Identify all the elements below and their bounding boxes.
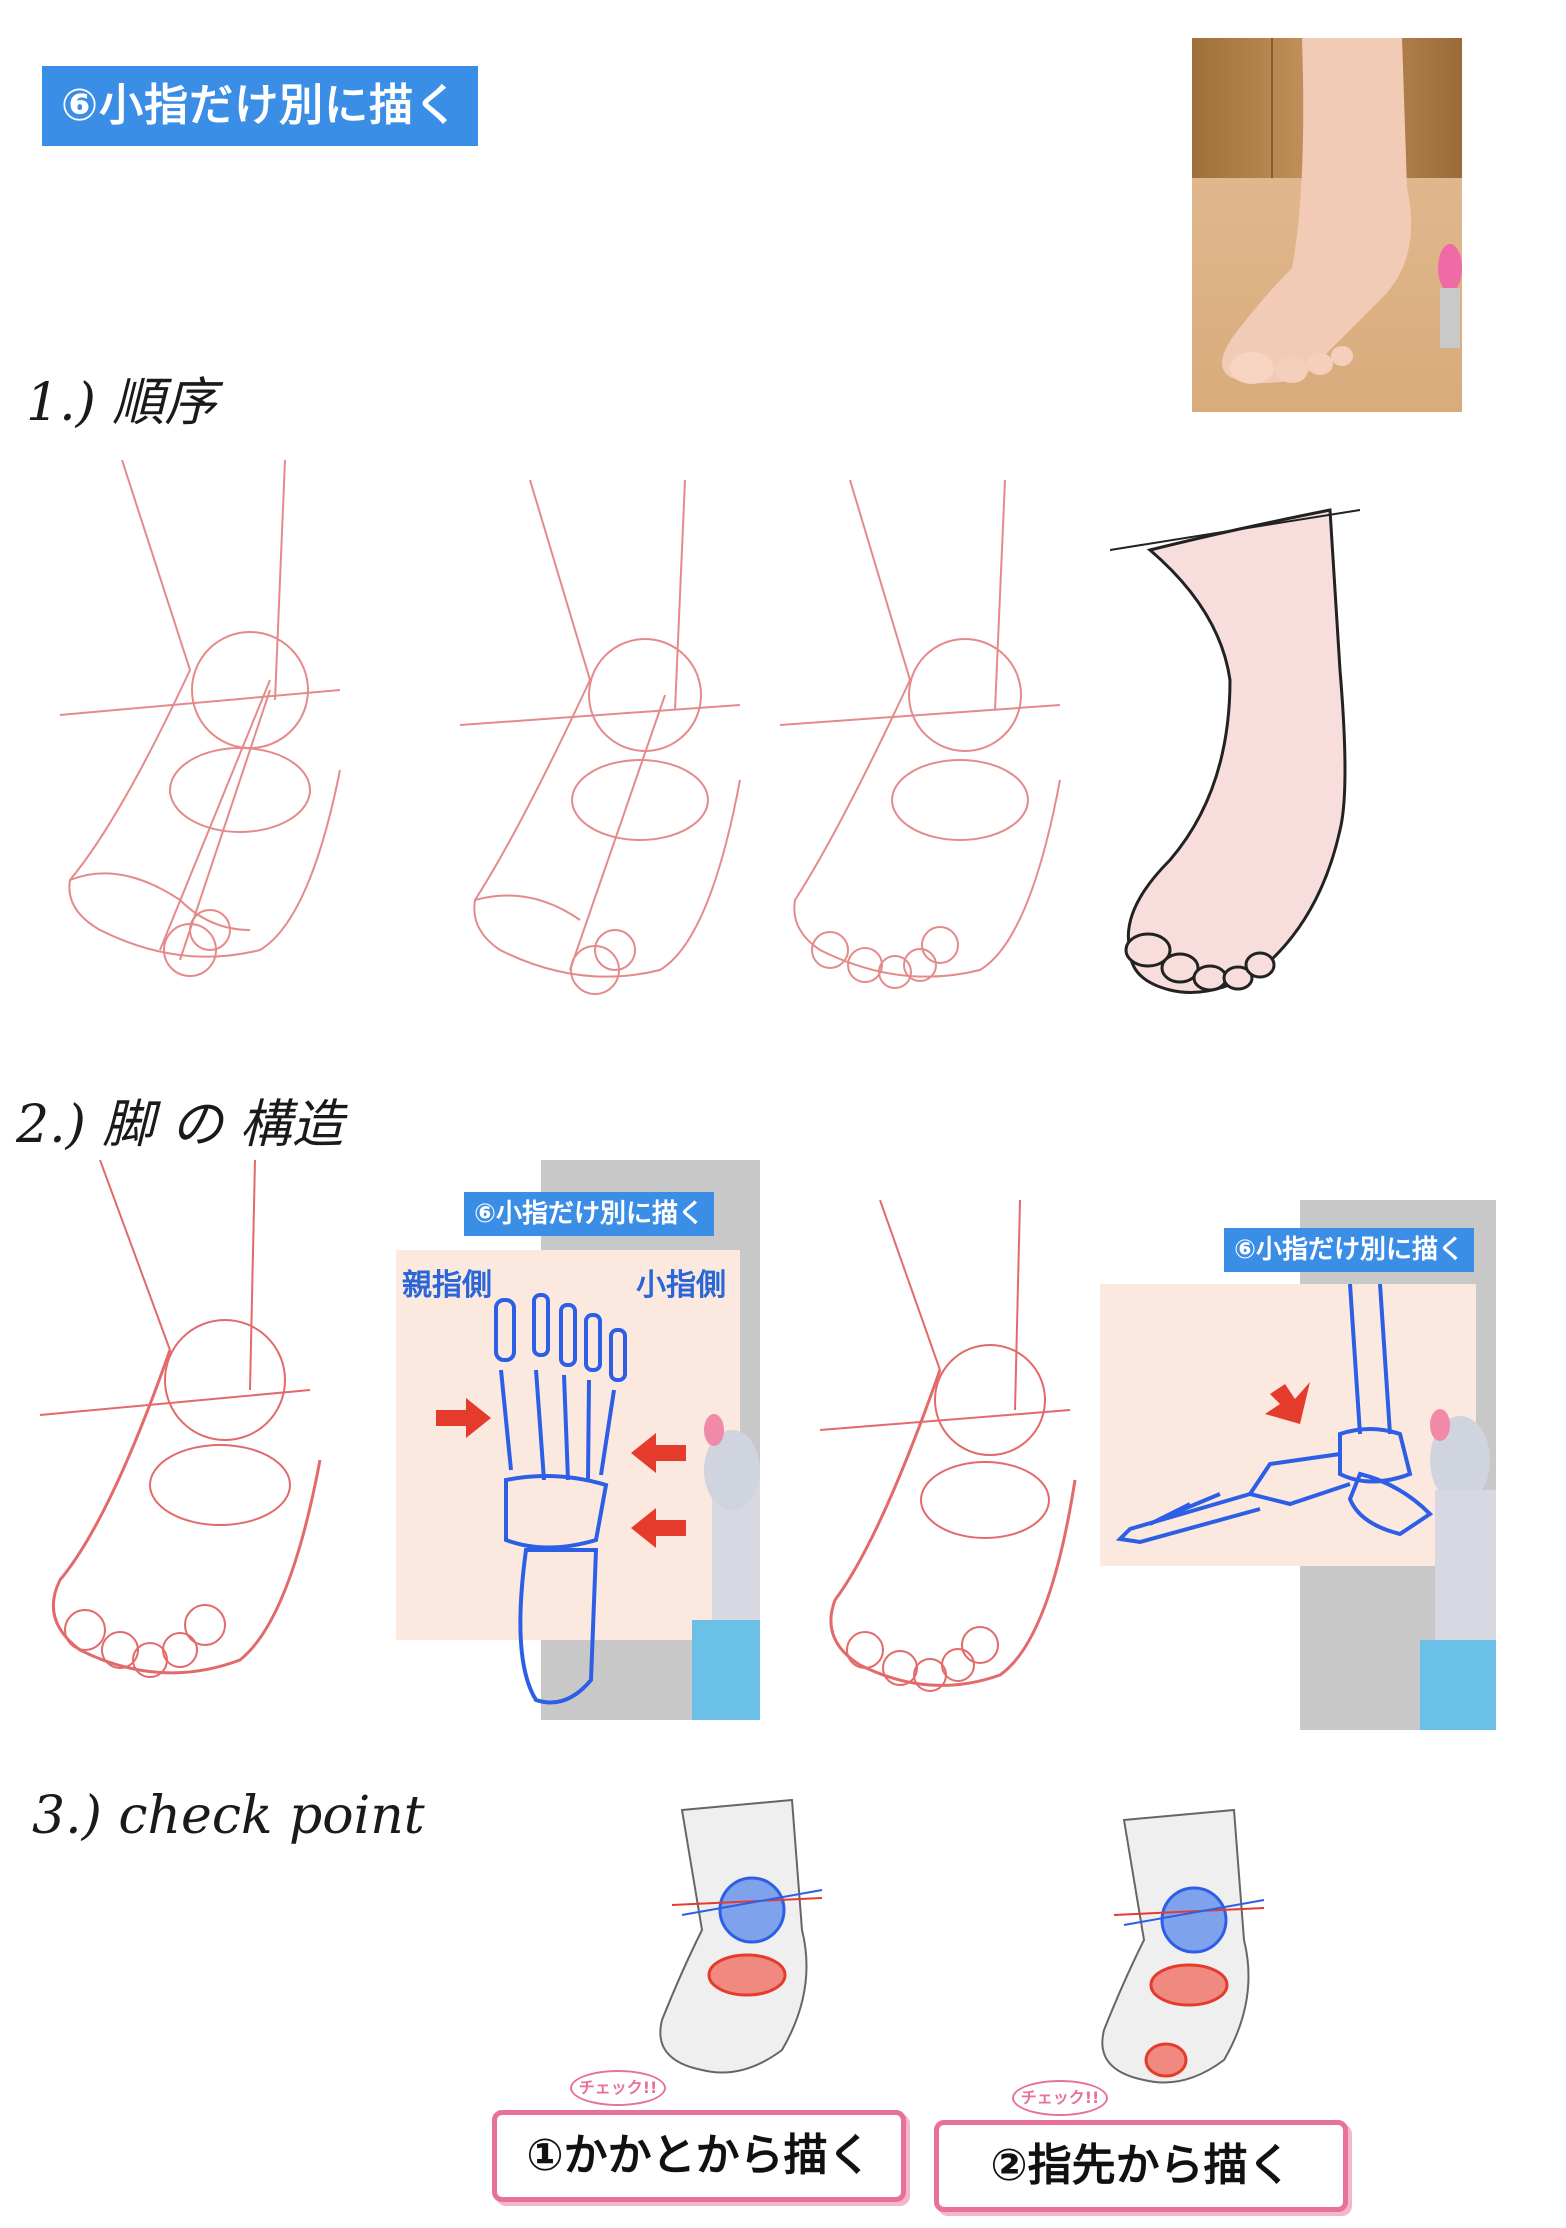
foot-photo (1192, 38, 1462, 412)
screenshot-title-side: ⑥小指だけ別に描く (1224, 1228, 1475, 1272)
section-label-order: 1.) 順序 (26, 373, 217, 433)
finished-foot-drawing (1110, 508, 1361, 994)
screenshot-title: ⑥小指だけ別に描く (464, 1192, 715, 1236)
sketch-structure-side (820, 1200, 1077, 1692)
checkpoint-toes-label: ②指先から描く (934, 2120, 1348, 2212)
bone-diagram-top: ⑥小指だけ別に描く 親指側 小指側 (396, 1160, 760, 1720)
section-label-structure: 2.) 脚 の 構造 (16, 1095, 344, 1155)
sketch-step-1 (60, 460, 341, 977)
checkpoint-heel-label: ①かかとから描く (492, 2110, 906, 2202)
checkpoint-card-heel: チェック!! ①かかとから描く (492, 1790, 912, 2210)
check-tag: チェック!! (570, 2070, 666, 2106)
page-title: ⑥小指だけ別に描く (42, 66, 478, 146)
sketch-structure-front (40, 1160, 322, 1678)
sketch-step-2 (460, 480, 741, 995)
section-label-checkpoint: 3.) check point (32, 1786, 425, 1846)
sketch-step-3 (780, 480, 1061, 989)
checkpoint-card-toes: チェック!! ②指先から描く (934, 1800, 1354, 2220)
bone-diagram-side: ⑥小指だけ別に描く (1100, 1200, 1496, 1730)
check-tag: チェック!! (1012, 2080, 1108, 2116)
